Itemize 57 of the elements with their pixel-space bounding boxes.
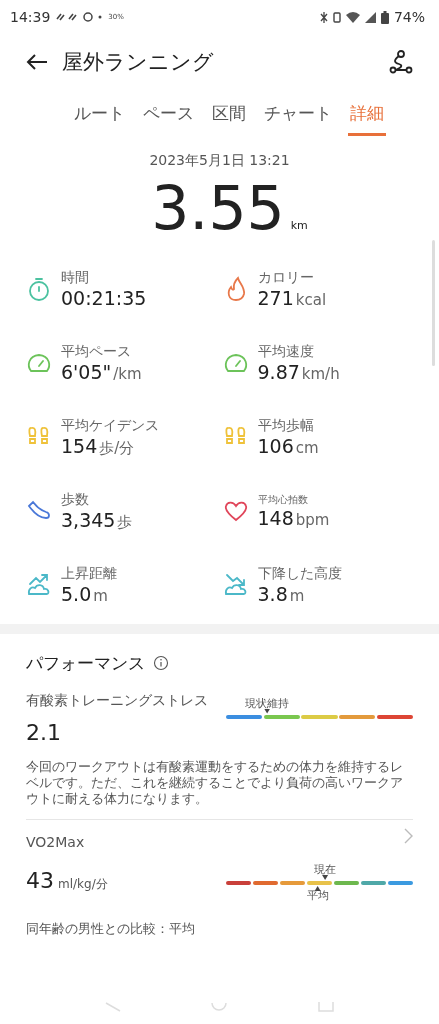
back-icon[interactable] (26, 53, 48, 71)
metric-label: 平均ケイデンス (61, 416, 159, 435)
section-title: パフォーマンス (26, 651, 145, 675)
metric-value: 106cm (257, 435, 319, 457)
distance-value: 3.55 (151, 172, 285, 244)
chevron-right-icon[interactable] (404, 828, 413, 844)
metric-value: 3.8 m (257, 583, 306, 605)
comparison-text: 同年齢の男性との比較：平均 (26, 920, 196, 938)
metric-label: 平均ペース (61, 343, 132, 361)
battery-icon (380, 10, 389, 24)
metric-value: 9.87 km/h (257, 361, 340, 383)
metric-value: 271 kcal (257, 287, 327, 309)
tab[interactable]: ルート (71, 94, 127, 136)
metric-value: 43 ml/kg/分 (26, 867, 109, 893)
metric-label: 平均速度 (257, 343, 315, 361)
tab[interactable]: ペース (140, 94, 196, 136)
back-nav-icon[interactable] (105, 1002, 122, 1012)
metric-label: VO2Max (26, 833, 85, 852)
tab[interactable]: チャート (261, 94, 334, 136)
metric-value: 2.1 (26, 720, 62, 745)
metric-value: 5.0 m (61, 583, 109, 605)
marker-label: 平均 (306, 888, 329, 903)
status-time: 14:39 (10, 9, 51, 25)
metric-label: 下降した高度 (257, 565, 342, 583)
ascent-icon (26, 572, 52, 598)
battery-percent: 74% (393, 9, 425, 25)
metric-label: 有酸素トレーニングストレス (26, 691, 209, 710)
timer-icon (26, 276, 52, 302)
metric-value: 154歩/分 (61, 434, 136, 458)
bluetooth-icon (319, 10, 328, 24)
description-text: 今回のワークアウトは有酸素運動をするための体力を維持するレベルです。ただ、これを継続することでより負荷の高いワークアウトに耐える体力になります。 (26, 759, 404, 807)
tab[interactable]: 区間 (209, 94, 248, 136)
workout-date: 2023年5月1日 13:21 (148, 152, 291, 170)
marker-label: 現在 (314, 862, 337, 877)
metric-label: 歩数 (61, 490, 90, 509)
wifi-icon (345, 11, 360, 23)
metric-value: 6'05"/km (61, 361, 142, 383)
metric-value: 3,345歩 (61, 508, 133, 532)
metric-label: カロリー (257, 269, 315, 287)
marker-label: 現状維持 (245, 695, 290, 711)
metric-label: 時間 (61, 269, 90, 287)
recents-nav-icon[interactable] (317, 1002, 334, 1012)
signal-icon (364, 11, 376, 23)
home-nav-icon[interactable] (211, 1002, 228, 1012)
route-icon[interactable] (389, 50, 413, 74)
descent-icon (222, 572, 249, 598)
metric-label: 平均心拍数 (257, 493, 309, 507)
info-icon[interactable] (153, 655, 169, 671)
metric-label: 平均歩幅 (257, 417, 315, 435)
distance-unit: km (290, 219, 308, 232)
metric-label: 上昇距離 (61, 565, 117, 583)
vibrate-icon (332, 11, 341, 23)
metric-value: 148 bpm (257, 507, 330, 529)
metric-value: 00:21:35 (61, 287, 147, 309)
notification-icons (55, 11, 104, 23)
marker-thumb (322, 875, 329, 880)
page-title: 屋外ランニング (62, 49, 214, 76)
